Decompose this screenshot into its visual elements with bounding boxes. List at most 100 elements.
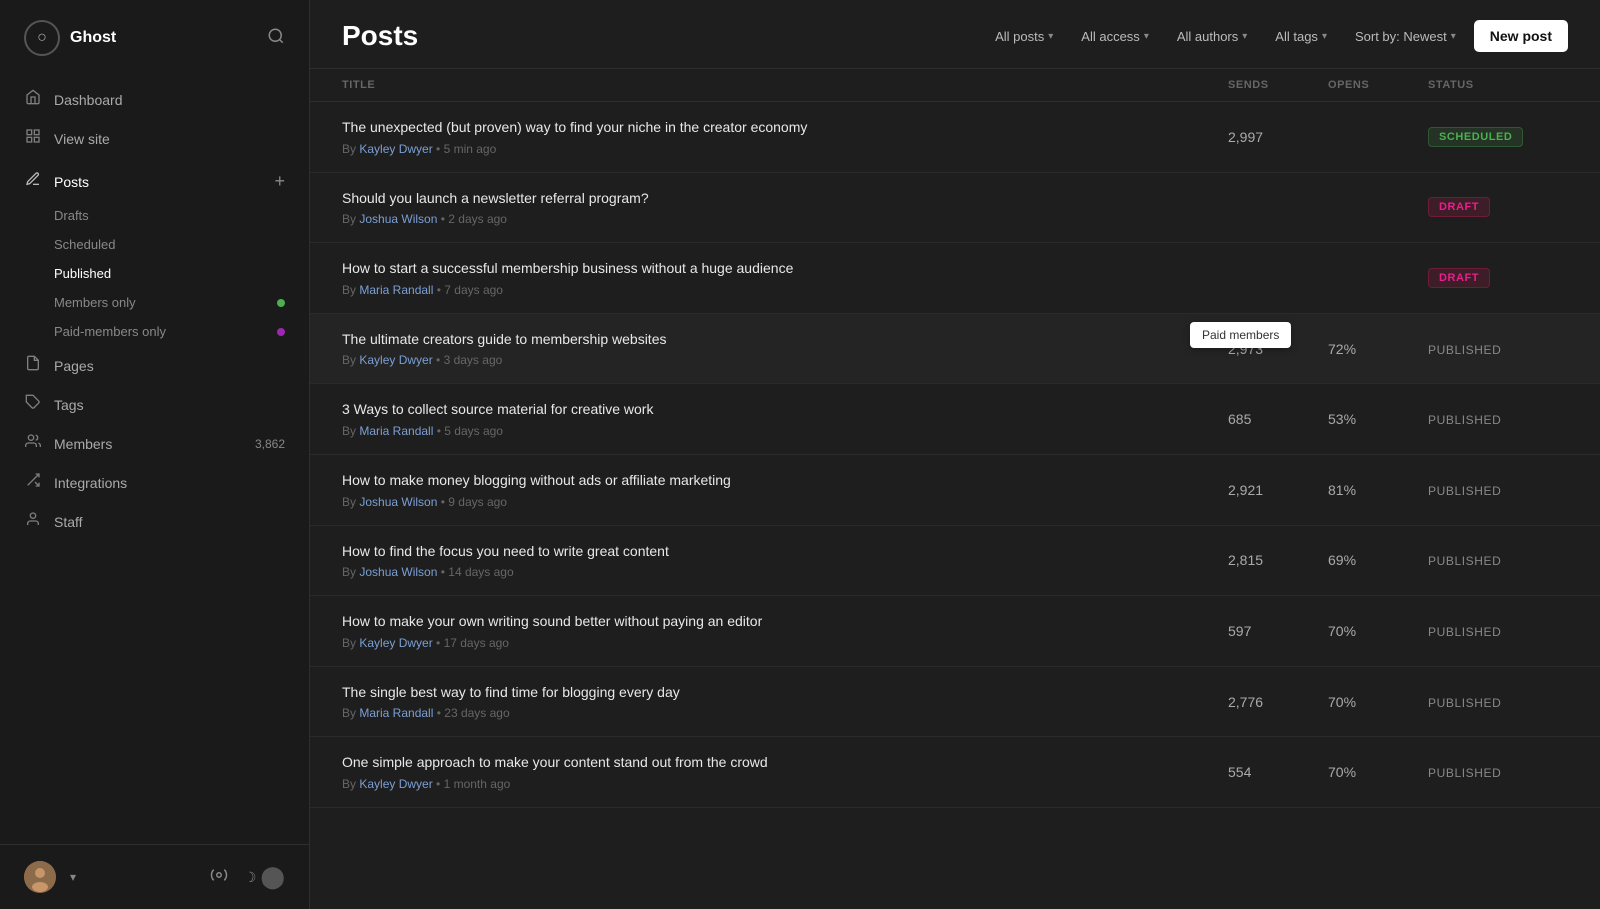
sidebar-item-staff[interactable]: Staff bbox=[0, 502, 309, 541]
status-badge: PUBLISHED bbox=[1428, 625, 1501, 639]
paid-members-tooltip: Paid members bbox=[1190, 322, 1291, 348]
table-row[interactable]: The ultimate creators guide to membershi… bbox=[310, 314, 1600, 385]
sidebar-nav: Dashboard View site Posts + bbox=[0, 72, 309, 844]
tags-label: Tags bbox=[54, 397, 285, 413]
sends-cell: 2,921 bbox=[1228, 482, 1328, 498]
status-badge: DRAFT bbox=[1428, 197, 1490, 217]
post-title: The unexpected (but proven) way to find … bbox=[342, 118, 1228, 138]
table-row[interactable]: 3 Ways to collect source material for cr… bbox=[310, 384, 1600, 455]
sidebar-item-drafts[interactable]: Drafts bbox=[0, 201, 309, 230]
toggle-switch[interactable]: ⬤ bbox=[260, 864, 285, 890]
user-info[interactable]: ▾ bbox=[24, 861, 76, 893]
sidebar-item-tags[interactable]: Tags bbox=[0, 385, 309, 424]
theme-toggle[interactable]: ☽ ⬤ bbox=[244, 864, 285, 890]
post-meta: By Kayley Dwyer • 1 month ago bbox=[342, 777, 1228, 791]
sidebar-item-dashboard[interactable]: Dashboard bbox=[0, 80, 309, 119]
post-title: One simple approach to make your content… bbox=[342, 753, 1228, 773]
post-time: 2 days ago bbox=[448, 212, 507, 226]
members-label: Members bbox=[54, 436, 243, 452]
new-post-button[interactable]: New post bbox=[1474, 20, 1568, 52]
post-meta: By Maria Randall • 23 days ago bbox=[342, 706, 1228, 720]
add-post-button[interactable]: + bbox=[274, 171, 285, 192]
post-title: How to start a successful membership bus… bbox=[342, 259, 1228, 279]
post-time: 1 month ago bbox=[444, 777, 511, 791]
table-row[interactable]: The single best way to find time for blo… bbox=[310, 667, 1600, 738]
chevron-down-icon: ▾ bbox=[1144, 31, 1149, 42]
post-info: How to make your own writing sound bette… bbox=[342, 612, 1228, 650]
post-meta: By Joshua Wilson • 9 days ago bbox=[342, 495, 1228, 509]
col-title: TITLE bbox=[342, 79, 1228, 91]
main-content: Posts All posts ▾ All access ▾ All autho… bbox=[310, 0, 1600, 909]
filter-all-access[interactable]: All access ▾ bbox=[1071, 23, 1159, 50]
sidebar-item-published[interactable]: Published bbox=[0, 259, 309, 288]
chevron-down-icon: ▾ bbox=[1242, 31, 1247, 42]
members-only-dot bbox=[277, 299, 285, 307]
posts-section: Posts + Drafts Scheduled Published Membe… bbox=[0, 162, 309, 346]
sidebar-item-members[interactable]: Members 3,862 bbox=[0, 424, 309, 463]
sidebar: ○ Ghost Dashboard View site bbox=[0, 0, 310, 909]
post-author: Kayley Dwyer bbox=[359, 777, 432, 791]
footer-actions: ☽ ⬤ bbox=[210, 864, 285, 890]
post-time: 7 days ago bbox=[444, 283, 503, 297]
filter-sort[interactable]: Sort by: Newest ▾ bbox=[1345, 23, 1466, 50]
opens-cell: 72% bbox=[1328, 341, 1428, 357]
drafts-label: Drafts bbox=[54, 208, 89, 223]
dashboard-label: Dashboard bbox=[54, 92, 285, 108]
sidebar-item-paid-members-only[interactable]: Paid-members only bbox=[0, 317, 309, 346]
opens-cell: 70% bbox=[1328, 764, 1428, 780]
filter-all-posts[interactable]: All posts ▾ bbox=[985, 23, 1063, 50]
filter-all-tags[interactable]: All tags ▾ bbox=[1265, 23, 1337, 50]
search-button[interactable] bbox=[267, 27, 285, 50]
table-body: The unexpected (but proven) way to find … bbox=[310, 102, 1600, 808]
post-info: How to start a successful membership bus… bbox=[342, 259, 1228, 297]
post-info: Should you launch a newsletter referral … bbox=[342, 189, 1228, 227]
user-chevron-icon: ▾ bbox=[70, 870, 76, 884]
post-time: 23 days ago bbox=[444, 706, 509, 720]
status-badge: PUBLISHED bbox=[1428, 484, 1501, 498]
post-time: 5 min ago bbox=[444, 142, 497, 156]
sidebar-item-view-site[interactable]: View site bbox=[0, 119, 309, 158]
table-row[interactable]: How to make money blogging without ads o… bbox=[310, 455, 1600, 526]
post-meta: By Maria Randall • 5 days ago bbox=[342, 424, 1228, 438]
sidebar-item-posts[interactable]: Posts + bbox=[0, 162, 309, 201]
sidebar-item-scheduled[interactable]: Scheduled bbox=[0, 230, 309, 259]
sidebar-item-integrations[interactable]: Integrations bbox=[0, 463, 309, 502]
table-row[interactable]: One simple approach to make your content… bbox=[310, 737, 1600, 808]
main-header: Posts All posts ▾ All access ▾ All autho… bbox=[310, 0, 1600, 69]
table-row[interactable]: How to find the focus you need to write … bbox=[310, 526, 1600, 597]
post-meta: By Maria Randall • 7 days ago bbox=[342, 283, 1228, 297]
integrations-icon bbox=[24, 472, 42, 493]
post-meta: By Joshua Wilson • 14 days ago bbox=[342, 565, 1228, 579]
post-time: 3 days ago bbox=[444, 353, 503, 367]
filter-all-authors[interactable]: All authors ▾ bbox=[1167, 23, 1257, 50]
status-cell: PUBLISHED bbox=[1428, 694, 1568, 710]
sidebar-item-pages[interactable]: Pages bbox=[0, 346, 309, 385]
chevron-down-icon: ▾ bbox=[1048, 31, 1053, 42]
staff-icon bbox=[24, 511, 42, 532]
sidebar-brand[interactable]: ○ Ghost bbox=[24, 20, 116, 56]
members-icon bbox=[24, 433, 42, 454]
sends-cell: 2,776 bbox=[1228, 694, 1328, 710]
post-info: One simple approach to make your content… bbox=[342, 753, 1228, 791]
staff-label: Staff bbox=[54, 514, 285, 530]
sidebar-footer: ▾ ☽ ⬤ bbox=[0, 844, 309, 909]
table-row[interactable]: How to start a successful membership bus… bbox=[310, 243, 1600, 314]
status-cell: DRAFT bbox=[1428, 197, 1568, 217]
col-status: STATUS bbox=[1428, 79, 1568, 91]
posts-label: Posts bbox=[54, 174, 262, 190]
settings-icon[interactable] bbox=[210, 866, 228, 889]
sends-cell: 2,997 bbox=[1228, 129, 1328, 145]
table-row[interactable]: Should you launch a newsletter referral … bbox=[310, 173, 1600, 244]
post-author: Maria Randall bbox=[359, 283, 433, 297]
post-meta: By Kayley Dwyer • 17 days ago bbox=[342, 636, 1228, 650]
brand-logo-icon: ○ bbox=[24, 20, 60, 56]
col-opens: OPENS bbox=[1328, 79, 1428, 91]
sidebar-item-members-only[interactable]: Members only bbox=[0, 288, 309, 317]
header-filters: All posts ▾ All access ▾ All authors ▾ A… bbox=[985, 20, 1568, 52]
view-site-icon bbox=[24, 128, 42, 149]
table-row[interactable]: The unexpected (but proven) way to find … bbox=[310, 102, 1600, 173]
post-title: Should you launch a newsletter referral … bbox=[342, 189, 1228, 209]
status-cell: PUBLISHED bbox=[1428, 482, 1568, 498]
status-badge: PUBLISHED bbox=[1428, 343, 1501, 357]
table-row[interactable]: How to make your own writing sound bette… bbox=[310, 596, 1600, 667]
